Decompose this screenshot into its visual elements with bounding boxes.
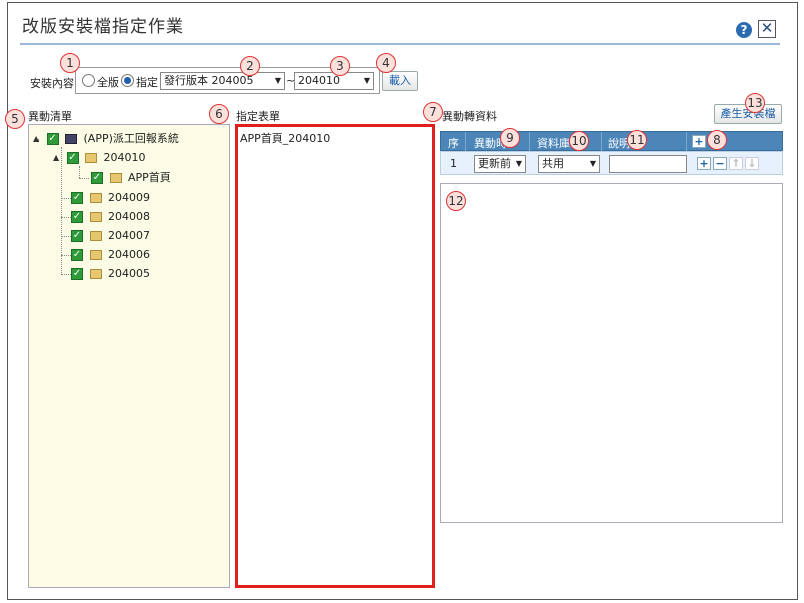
install-content-label: 安裝內容 (30, 77, 74, 90)
radio-specific-version[interactable] (121, 74, 134, 87)
checkbox-icon[interactable]: ✓ (46, 133, 59, 145)
annotation-badge: 2 (240, 56, 260, 76)
chevron-down-icon: ▼ (515, 159, 522, 168)
tree-root-label: (APP)派工回報系統 (83, 132, 179, 145)
close-icon[interactable]: ✕ (758, 20, 776, 38)
annotation-badge: 6 (209, 104, 229, 124)
version-from-value: 發行版本 204005 (164, 74, 254, 87)
database-select[interactable]: 共用 ▼ (538, 155, 600, 173)
version-to-value: 204010 (298, 74, 340, 87)
annotation-badge: 12 (446, 191, 466, 211)
version-to-select[interactable]: 204010 ▼ (294, 72, 374, 90)
tree-node-204007[interactable]: ✓ 204007 (71, 228, 150, 244)
tree-node-label: 204010 (103, 151, 146, 164)
checkbox-icon[interactable]: ✓ (71, 230, 83, 242)
assigned-form-list: APP首頁_204010 (235, 124, 435, 588)
col-seq: 序 (448, 137, 459, 150)
chevron-down-icon: ▼ (274, 76, 281, 85)
database-value: 共用 (542, 157, 564, 170)
change-type-value: 更新前 (478, 157, 511, 170)
annotation-badge: 5 (5, 109, 25, 129)
page-icon (109, 173, 122, 183)
folder-icon (89, 269, 102, 279)
title-divider (20, 43, 780, 45)
radio-full-label: 全版 (97, 76, 119, 89)
radio-specific-label: 指定 (136, 76, 158, 89)
change-list-title: 異動清單 (28, 110, 72, 123)
move-down-icon[interactable]: ↓ (745, 157, 759, 170)
tree-root[interactable]: ▲ ✓ (APP)派工回報系統 (33, 131, 179, 147)
add-icon[interactable]: + (697, 157, 711, 170)
chevron-down-icon: ▼ (363, 76, 370, 85)
table-row: 1 更新前 ▼ 共用 ▼ + − ↑ ↓ (440, 151, 783, 175)
tree-node-label: 204005 (108, 267, 150, 280)
annotation-badge: 10 (569, 131, 589, 151)
change-data-title: 異動轉資料 (442, 110, 497, 123)
description-input[interactable] (609, 155, 687, 173)
remove-icon[interactable]: − (713, 157, 727, 170)
folder-icon (89, 250, 102, 260)
move-up-icon[interactable]: ↑ (729, 157, 743, 170)
collapse-icon[interactable]: ▲ (53, 150, 63, 166)
checkbox-icon[interactable]: ✓ (71, 249, 83, 261)
chevron-down-icon: ▼ (589, 159, 596, 168)
add-row-icon[interactable]: + (692, 135, 706, 148)
tree-node-app-home[interactable]: ✓ APP首頁 (91, 170, 171, 186)
tree-node-204010[interactable]: ▲ ✓ 204010 (53, 150, 146, 166)
tree-node-label: 204008 (108, 210, 150, 223)
checkbox-icon[interactable]: ✓ (71, 192, 83, 204)
annotation-badge: 8 (707, 130, 727, 150)
load-button[interactable]: 載入 (382, 71, 418, 91)
detail-area (440, 183, 783, 523)
page-title: 改版安裝檔指定作業 (22, 17, 184, 37)
folder-icon (89, 212, 102, 222)
row-seq: 1 (450, 157, 457, 170)
folder-icon (85, 153, 97, 163)
checkbox-icon[interactable]: ✓ (71, 268, 83, 280)
version-from-select[interactable]: 發行版本 204005 ▼ (160, 72, 285, 90)
checkbox-icon[interactable]: ✓ (71, 211, 83, 223)
radio-full-version[interactable] (82, 74, 95, 87)
annotation-badge: 3 (330, 56, 350, 76)
annotation-badge: 11 (627, 130, 647, 150)
annotation-badge: 7 (423, 102, 443, 122)
tree-node-label: 204006 (108, 248, 150, 261)
annotation-badge: 4 (376, 53, 396, 73)
checkbox-icon[interactable]: ✓ (66, 152, 79, 164)
collapse-icon[interactable]: ▲ (33, 131, 43, 147)
annotation-badge: 1 (60, 53, 80, 73)
annotation-badge: 13 (745, 93, 765, 113)
annotation-badge: 9 (500, 128, 520, 148)
folder-icon (89, 231, 102, 241)
folder-icon (89, 193, 102, 203)
help-icon[interactable]: ? (736, 22, 752, 38)
tree-node-204008[interactable]: ✓ 204008 (71, 209, 150, 225)
form-list-title: 指定表單 (236, 110, 280, 123)
grid-header: 序 異動時 資料庫 說明 + (440, 131, 783, 151)
tree-node-204009[interactable]: ✓ 204009 (71, 190, 150, 206)
tree-node-label: 204009 (108, 191, 150, 204)
system-icon (65, 134, 77, 144)
list-item[interactable]: APP首頁_204010 (240, 130, 330, 146)
tree-node-label: 204007 (108, 229, 150, 242)
tree-node-label: APP首頁 (128, 171, 171, 184)
tree-node-204006[interactable]: ✓ 204006 (71, 247, 150, 263)
change-list-tree: ▲ ✓ (APP)派工回報系統 ▲ ✓ 204010 ✓ APP首頁 ✓ 204… (28, 124, 230, 588)
col-database: 資料庫 (537, 137, 570, 150)
checkbox-icon[interactable]: ✓ (91, 172, 103, 184)
change-type-select[interactable]: 更新前 ▼ (474, 155, 526, 173)
tree-node-204005[interactable]: ✓ 204005 (71, 266, 150, 282)
